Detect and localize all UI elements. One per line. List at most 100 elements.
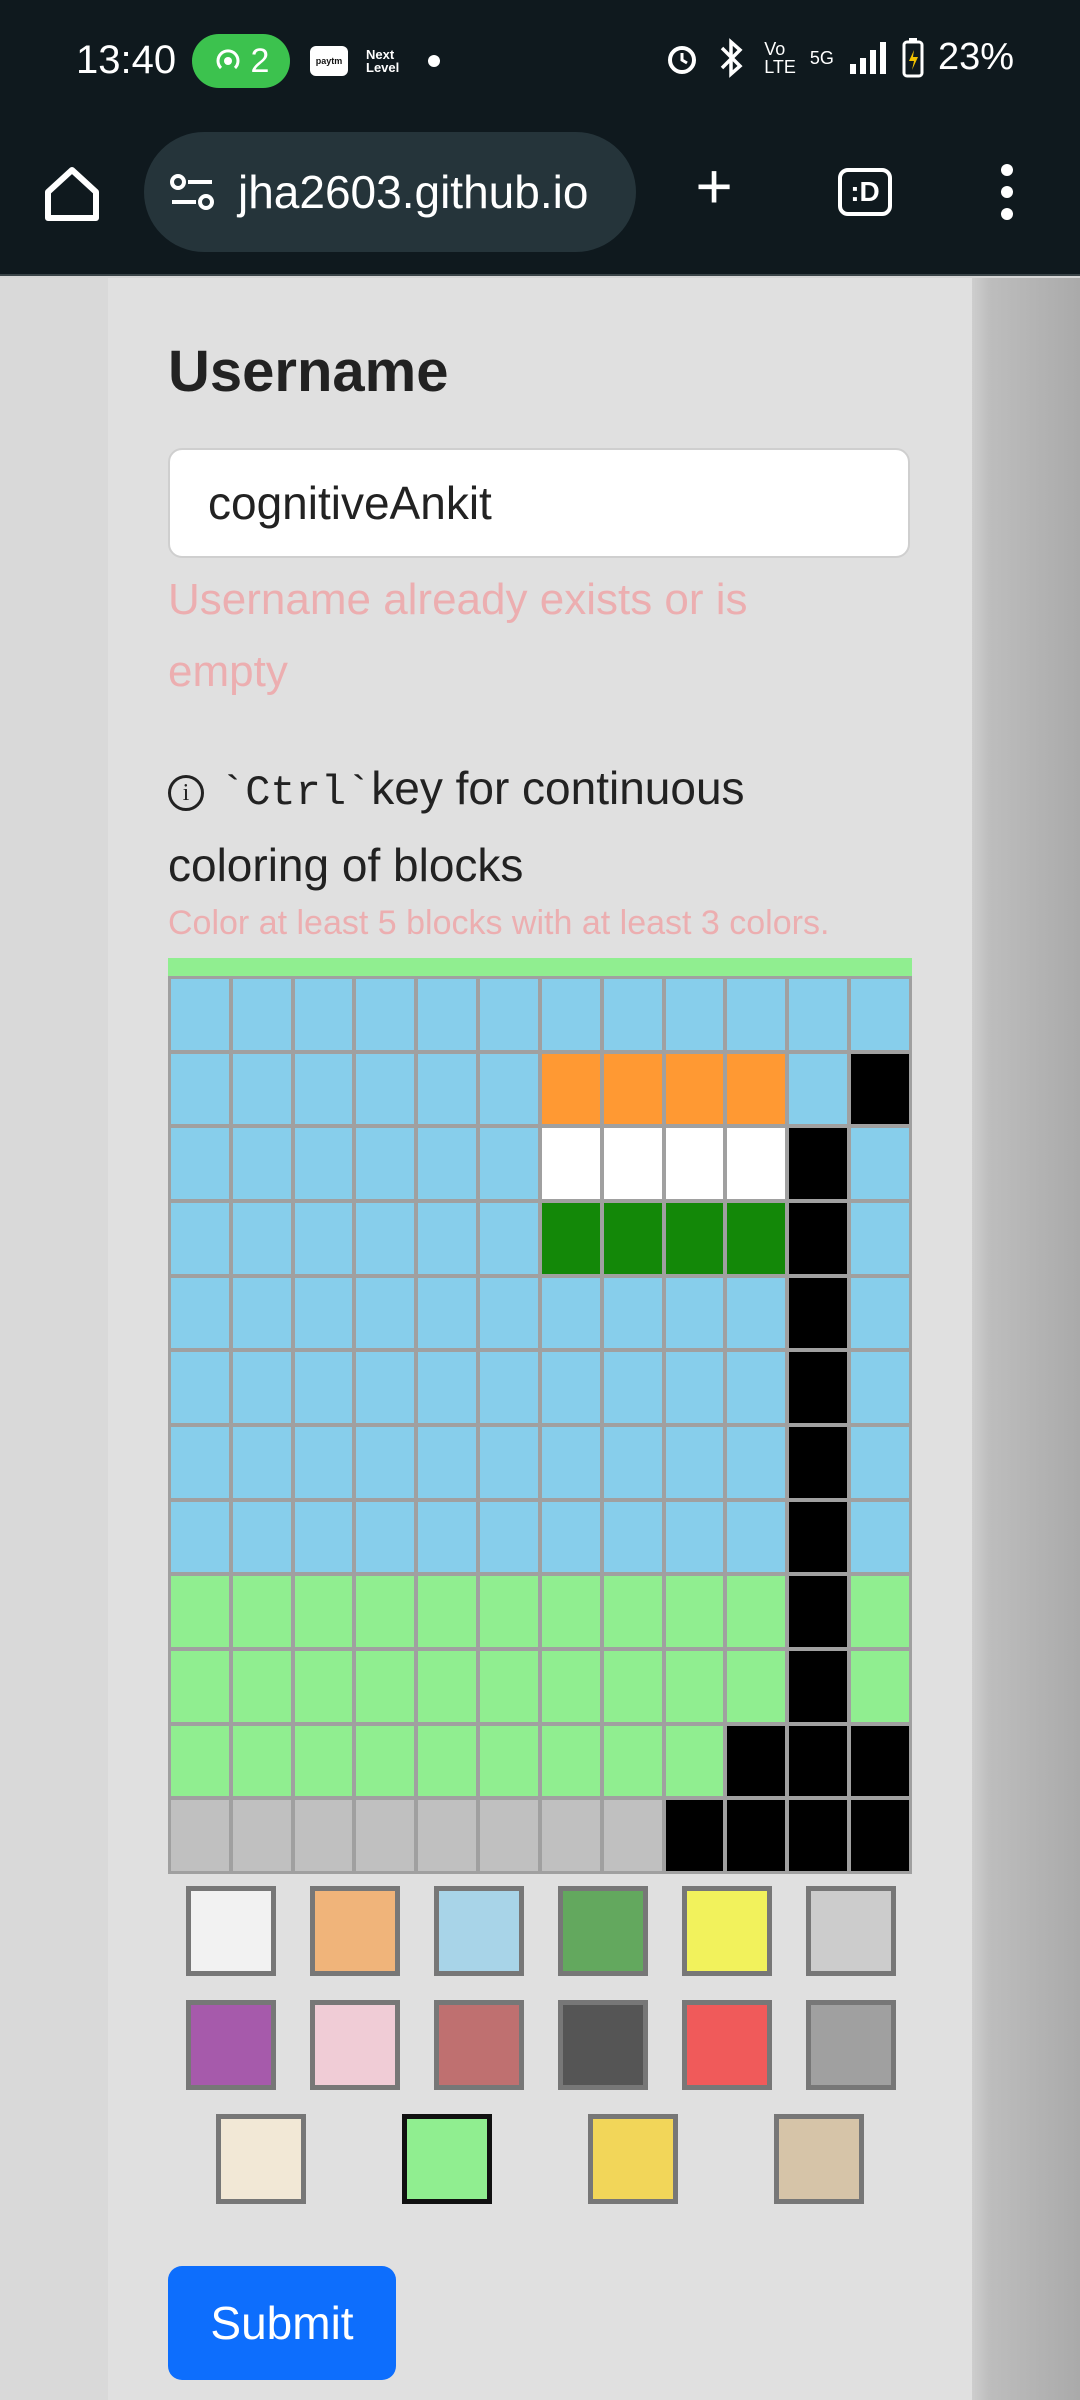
site-settings-icon[interactable]: [168, 172, 216, 212]
grid-cell[interactable]: [851, 1800, 909, 1871]
grid-cell[interactable]: [789, 1800, 848, 1871]
grid-cell[interactable]: [356, 1426, 415, 1498]
grid-cell[interactable]: [851, 1053, 909, 1125]
grid-cell[interactable]: [171, 1128, 229, 1199]
grid-cell[interactable]: [418, 1650, 477, 1722]
color-swatch[interactable]: [434, 1886, 524, 1976]
grid-cell[interactable]: [171, 1053, 229, 1125]
grid-cell[interactable]: [603, 1202, 662, 1274]
grid-cell[interactable]: [665, 979, 724, 1050]
grid-cell[interactable]: [665, 1053, 724, 1125]
color-swatch[interactable]: [558, 1886, 648, 1976]
grid-cell[interactable]: [727, 1725, 786, 1797]
grid-cell[interactable]: [665, 1576, 724, 1647]
address-bar[interactable]: jha2603.github.io: [144, 132, 636, 252]
grid-cell[interactable]: [356, 1277, 415, 1349]
grid-cell[interactable]: [603, 1650, 662, 1722]
grid-cell[interactable]: [356, 1800, 415, 1871]
grid-cell[interactable]: [294, 1501, 353, 1573]
color-swatch[interactable]: [806, 2000, 896, 2090]
grid-cell[interactable]: [727, 979, 786, 1050]
grid-cell[interactable]: [789, 1202, 848, 1274]
grid-cell[interactable]: [171, 1426, 229, 1498]
grid-cell[interactable]: [851, 1128, 909, 1199]
grid-cell[interactable]: [232, 1053, 291, 1125]
grid-cell[interactable]: [480, 1800, 538, 1871]
grid-cell[interactable]: [541, 1650, 600, 1722]
grid-cell[interactable]: [603, 1426, 662, 1498]
grid-cell[interactable]: [171, 1202, 229, 1274]
color-swatch[interactable]: [310, 1886, 400, 1976]
grid-cell[interactable]: [232, 1352, 291, 1423]
grid-cell[interactable]: [665, 1352, 724, 1423]
grid-cell[interactable]: [727, 1501, 786, 1573]
username-input[interactable]: [168, 448, 910, 558]
grid-cell[interactable]: [294, 1128, 353, 1199]
grid-cell[interactable]: [480, 1501, 538, 1573]
grid-cell[interactable]: [356, 1576, 415, 1647]
grid-cell[interactable]: [232, 979, 291, 1050]
grid-cell[interactable]: [418, 1128, 477, 1199]
color-swatch[interactable]: [402, 2114, 492, 2204]
grid-cell[interactable]: [171, 1501, 229, 1573]
grid-cell[interactable]: [418, 1501, 477, 1573]
grid-cell[interactable]: [294, 1426, 353, 1498]
grid-cell[interactable]: [294, 1202, 353, 1274]
grid-cell[interactable]: [665, 1650, 724, 1722]
color-swatch[interactable]: [186, 2000, 276, 2090]
grid-cell[interactable]: [665, 1277, 724, 1349]
color-swatch[interactable]: [774, 2114, 864, 2204]
grid-cell[interactable]: [171, 1277, 229, 1349]
grid-cell[interactable]: [851, 1576, 909, 1647]
grid-cell[interactable]: [171, 1800, 229, 1871]
grid-cell[interactable]: [171, 1576, 229, 1647]
grid-cell[interactable]: [851, 1501, 909, 1573]
color-swatch[interactable]: [682, 2000, 772, 2090]
grid-cell[interactable]: [480, 1053, 538, 1125]
grid-cell[interactable]: [603, 1352, 662, 1423]
grid-cell[interactable]: [294, 1650, 353, 1722]
grid-cell[interactable]: [480, 1202, 538, 1274]
grid-cell[interactable]: [727, 1277, 786, 1349]
new-tab-button[interactable]: +: [686, 154, 742, 218]
grid-cell[interactable]: [789, 1352, 848, 1423]
color-swatch[interactable]: [434, 2000, 524, 2090]
grid-cell[interactable]: [789, 1128, 848, 1199]
grid-cell[interactable]: [294, 979, 353, 1050]
grid-cell[interactable]: [727, 1352, 786, 1423]
grid-cell[interactable]: [541, 1800, 600, 1871]
grid-cell[interactable]: [665, 1202, 724, 1274]
grid-cell[interactable]: [541, 1352, 600, 1423]
grid-cell[interactable]: [480, 1650, 538, 1722]
grid-cell[interactable]: [232, 1202, 291, 1274]
grid-cell[interactable]: [541, 1426, 600, 1498]
tab-switcher-button[interactable]: :D: [838, 168, 892, 216]
grid-cell[interactable]: [727, 1202, 786, 1274]
color-swatch[interactable]: [558, 2000, 648, 2090]
grid-cell[interactable]: [665, 1128, 724, 1199]
grid-cell[interactable]: [851, 1202, 909, 1274]
grid-cell[interactable]: [418, 1426, 477, 1498]
grid-cell[interactable]: [356, 1650, 415, 1722]
grid-cell[interactable]: [541, 1128, 600, 1199]
grid-cell[interactable]: [727, 1426, 786, 1498]
grid-cell[interactable]: [232, 1725, 291, 1797]
grid-cell[interactable]: [480, 1277, 538, 1349]
grid-cell[interactable]: [171, 979, 229, 1050]
color-swatch[interactable]: [310, 2000, 400, 2090]
grid-cell[interactable]: [851, 1426, 909, 1498]
grid-cell[interactable]: [480, 1576, 538, 1647]
grid-cell[interactable]: [541, 1053, 600, 1125]
grid-cell[interactable]: [851, 1277, 909, 1349]
grid-cell[interactable]: [418, 1576, 477, 1647]
grid-cell[interactable]: [171, 1725, 229, 1797]
grid-cell[interactable]: [665, 1426, 724, 1498]
grid-cell[interactable]: [727, 1576, 786, 1647]
grid-cell[interactable]: [418, 1725, 477, 1797]
grid-cell[interactable]: [356, 1725, 415, 1797]
grid-cell[interactable]: [480, 1128, 538, 1199]
home-icon[interactable]: [40, 162, 104, 226]
grid-cell[interactable]: [603, 1800, 662, 1871]
grid-cell[interactable]: [851, 1725, 909, 1797]
grid-cell[interactable]: [232, 1128, 291, 1199]
